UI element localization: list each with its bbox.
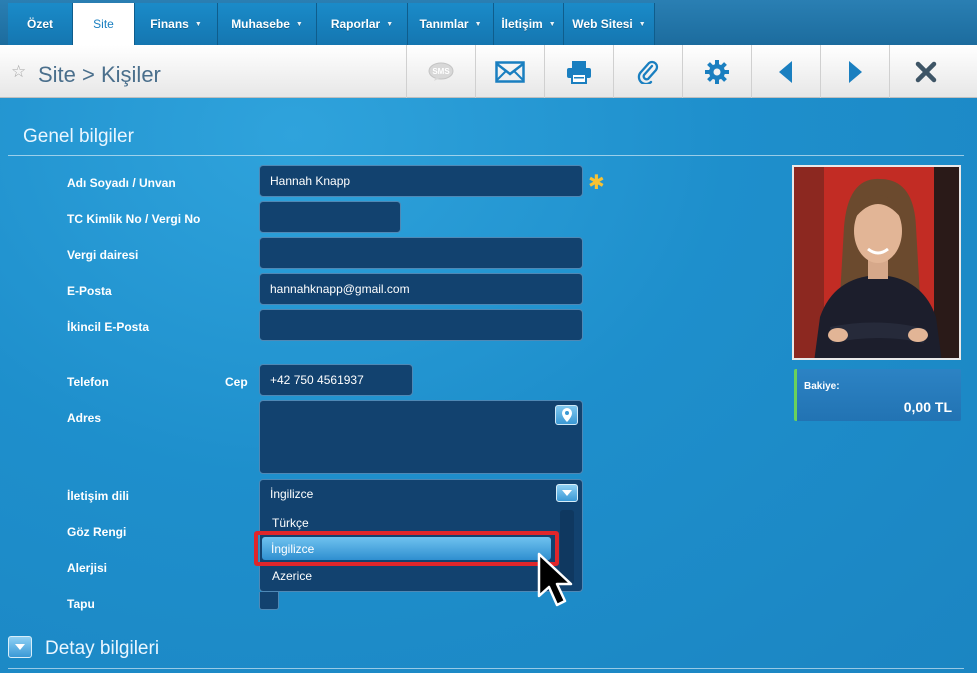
tax-office-label: Vergi dairesi (67, 248, 139, 262)
tab-iletisim[interactable]: İletişim ▼ (494, 3, 564, 45)
address-label: Adres (67, 411, 102, 425)
tab-raporlar[interactable]: Raporlar ▼ (317, 3, 408, 45)
next-button[interactable] (820, 45, 889, 98)
top-navbar: Özet Site Finans ▼ Muhasebe ▼ Raporlar ▼ Ta… (0, 0, 977, 45)
caret-down-icon: ▼ (474, 20, 482, 28)
deed-label: Tapu (67, 597, 95, 611)
attach-icon (637, 60, 659, 84)
caret-down-icon: ▼ (295, 20, 303, 28)
email-label: E-Posta (67, 284, 112, 298)
email2-label: İkincil E-Posta (67, 320, 150, 334)
svg-text:SMS: SMS (432, 67, 450, 76)
section-general-title: Genel bilgiler (23, 126, 134, 147)
prev-icon (779, 60, 792, 83)
main-nav: Özet Site Finans ▼ Muhasebe ▼ Raporlar ▼ Ta… (8, 3, 655, 45)
language-select[interactable]: İngilizce (259, 479, 583, 508)
gear-icon (705, 59, 729, 84)
tab-label: Tanımlar (419, 17, 469, 31)
dropdown-option-turkce[interactable]: Türkçe (272, 516, 309, 530)
tc-label: TC Kimlik No / Vergi No (67, 212, 201, 226)
section-divider (8, 668, 964, 669)
tab-label: İletişim (501, 17, 543, 31)
detail-toggle-button[interactable] (8, 636, 32, 658)
caret-down-icon: ▼ (386, 20, 394, 28)
tab-label: Muhasebe (231, 17, 290, 31)
tc-input[interactable] (259, 201, 401, 233)
tab-finans[interactable]: Finans ▼ (135, 3, 218, 45)
map-pin-button[interactable] (555, 405, 578, 425)
tab-label: Özet (26, 17, 53, 31)
balance-card: Bakiye: 0,00 TL (794, 369, 961, 421)
dropdown-option-azerice[interactable]: Azerice (272, 569, 312, 583)
name-input[interactable]: Hannah Knapp (259, 165, 583, 197)
page-header: ☆ Site > Kişiler SMS (0, 45, 977, 98)
mail-icon (495, 60, 525, 83)
email-button[interactable] (475, 45, 544, 98)
map-pin-icon (561, 408, 572, 422)
language-label: İletişim dili (67, 489, 130, 503)
tab-label: Raporlar (330, 17, 381, 31)
phone-type-label: Cep (225, 375, 248, 389)
tab-label: Site (93, 17, 114, 31)
phone-label: Telefon (67, 375, 109, 389)
close-button[interactable] (889, 45, 961, 98)
name-label: Adı Soyadı / Unvan (67, 176, 176, 190)
required-star-icon: ✱ (588, 172, 605, 194)
balance-value: 0,00 TL (903, 399, 952, 415)
toolbar: SMS (406, 45, 961, 98)
tax-office-input[interactable] (259, 237, 583, 269)
print-button[interactable] (544, 45, 613, 98)
caret-down-icon: ▼ (194, 20, 202, 28)
print-icon (567, 60, 591, 84)
balance-label: Bakiye: (804, 381, 840, 392)
chevron-down-icon (15, 644, 25, 650)
caret-down-icon: ▼ (638, 20, 646, 28)
tab-ozet[interactable]: Özet (8, 3, 73, 45)
email-input[interactable]: hannahknapp@gmail.com (259, 273, 583, 305)
attach-button[interactable] (613, 45, 682, 98)
highlight-box (254, 531, 559, 566)
chevron-down-icon (562, 490, 572, 496)
tab-web-sitesi[interactable]: Web Sitesi ▼ (564, 3, 655, 45)
allergy-label: Alerjisi (67, 561, 108, 575)
tab-tanimlar[interactable]: Tanımlar ▼ (408, 3, 494, 45)
tab-label: Web Sitesi (572, 17, 633, 31)
previous-button[interactable] (751, 45, 820, 98)
close-icon (915, 61, 936, 82)
section-divider (8, 155, 964, 156)
select-arrow-button[interactable] (556, 484, 578, 502)
eye-color-label: Göz Rengi (67, 525, 127, 539)
page-title: Site > Kişiler (38, 62, 161, 87)
sms-icon: SMS (428, 62, 454, 81)
tab-muhasebe[interactable]: Muhasebe ▼ (218, 3, 317, 45)
section-detail-title[interactable]: Detay bilgileri (45, 638, 159, 660)
next-icon (849, 60, 862, 83)
deed-input[interactable] (259, 592, 279, 610)
person-photo-icon (794, 167, 959, 358)
email2-input[interactable] (259, 309, 583, 341)
tab-label: Finans (150, 17, 189, 31)
tab-site[interactable]: Site (73, 3, 135, 45)
address-textarea[interactable] (259, 400, 583, 474)
phone-input[interactable]: +42 750 4561937 (259, 364, 413, 396)
caret-down-icon: ▼ (548, 20, 556, 28)
avatar[interactable] (792, 165, 961, 360)
mouse-cursor-icon (537, 552, 573, 607)
favorite-star-icon[interactable]: ☆ (11, 62, 26, 82)
sms-button[interactable]: SMS (406, 45, 475, 98)
settings-button[interactable] (682, 45, 751, 98)
